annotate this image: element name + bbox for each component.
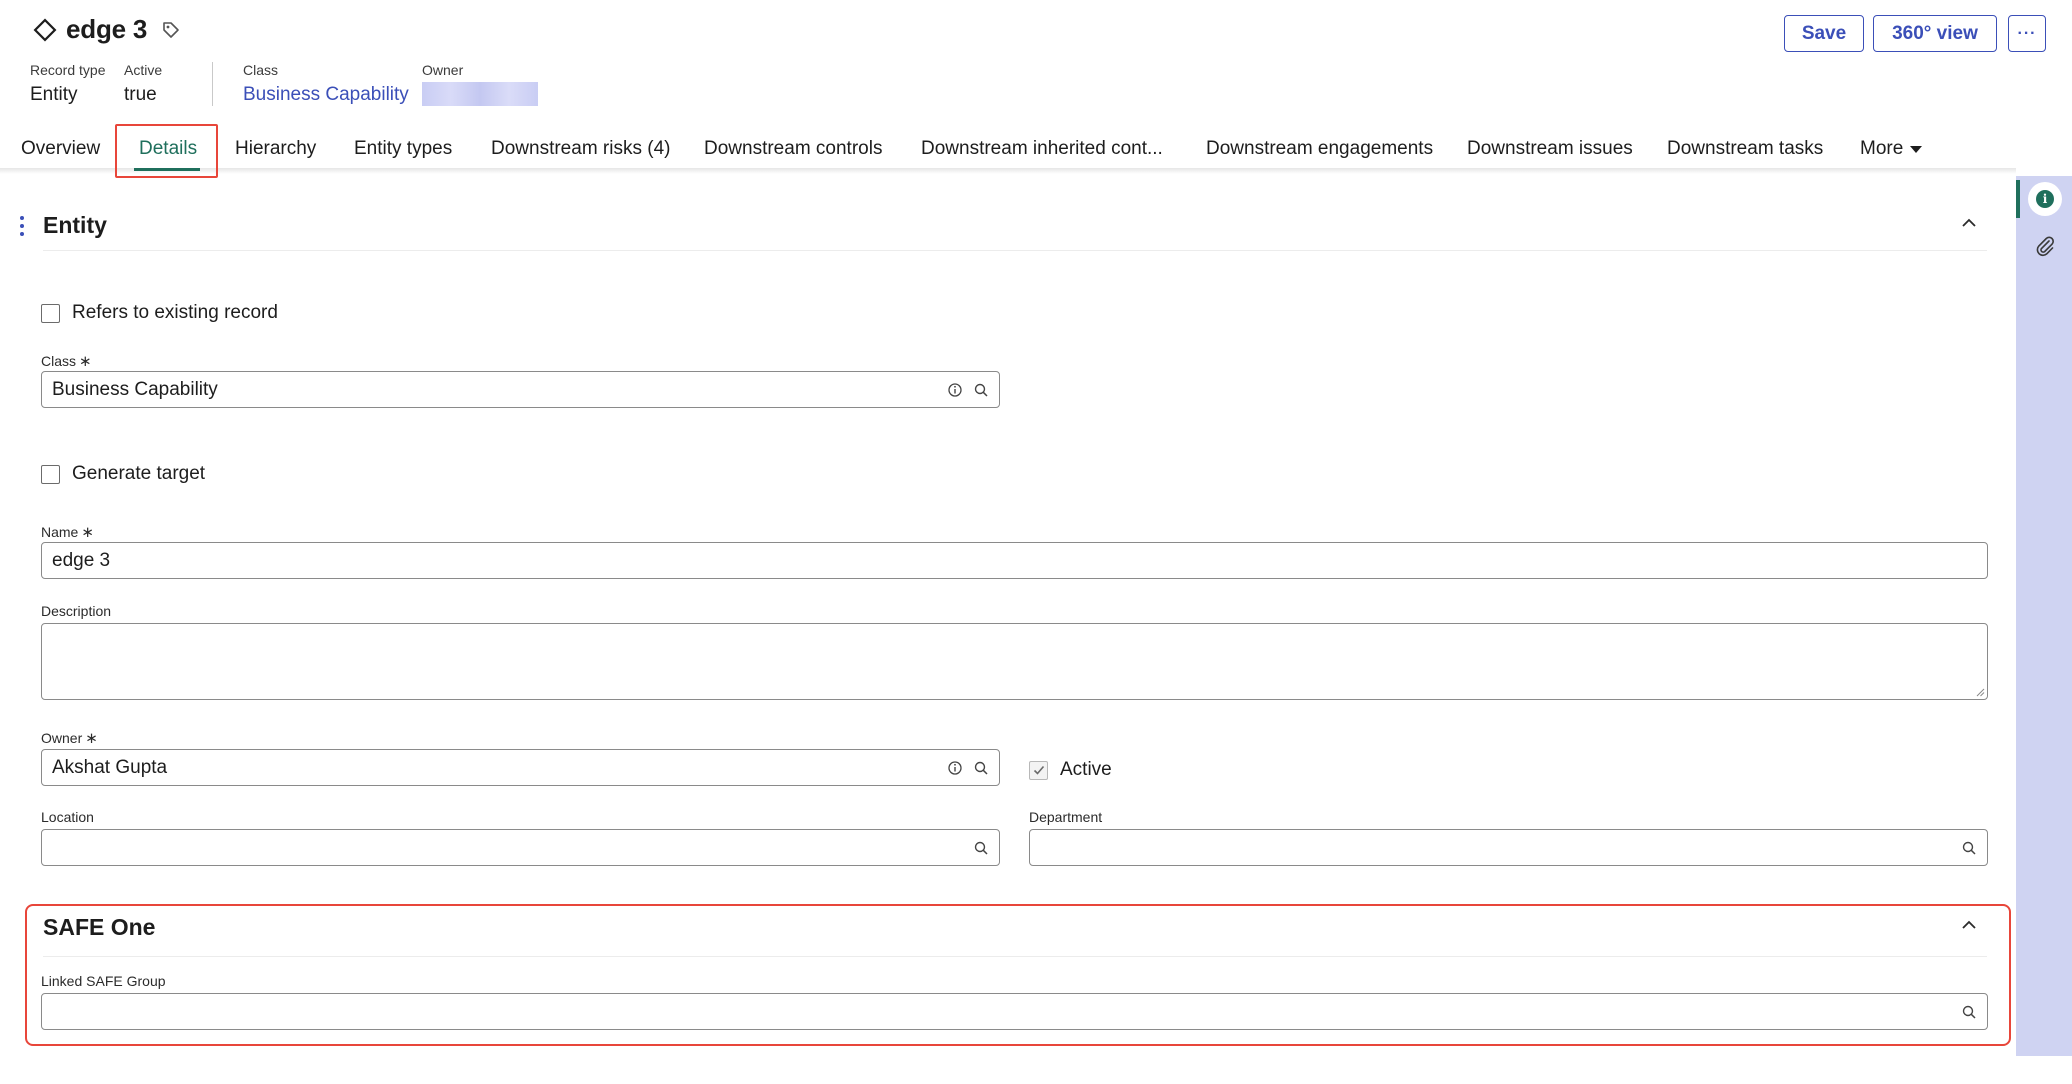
refers-existing-checkbox-row[interactable]: Refers to existing record — [41, 302, 278, 324]
owner-field-label: Owner ∗ — [41, 729, 98, 747]
safe-one-section-title: SAFE One — [43, 914, 156, 940]
info-panel-button[interactable]: i — [2028, 182, 2062, 216]
department-field[interactable] — [1029, 829, 1988, 866]
drag-handle-icon[interactable] — [18, 216, 26, 236]
search-icon[interactable] — [1961, 840, 1977, 856]
chevron-up-icon[interactable] — [1958, 914, 1980, 936]
tab-more-label: More — [1860, 138, 1904, 159]
linked-safe-group-label: Linked SAFE Group — [41, 973, 166, 989]
more-actions-button[interactable]: ··· — [2008, 15, 2046, 52]
paperclip-icon[interactable] — [2033, 234, 2057, 258]
view-360-button[interactable]: 360° view — [1873, 15, 1997, 52]
owner-field[interactable]: Akshat Gupta — [41, 749, 1000, 786]
refers-existing-checkbox[interactable] — [41, 303, 60, 323]
search-icon[interactable] — [973, 382, 989, 398]
chevron-up-icon[interactable] — [1958, 212, 1980, 234]
linked-safe-group-field[interactable] — [41, 993, 1988, 1030]
meta-active: Active true — [124, 62, 162, 106]
meta-value: true — [124, 84, 157, 105]
tag-icon[interactable] — [159, 18, 183, 42]
meta-owner: Owner — [422, 62, 538, 106]
tab-downstream-risks[interactable]: Downstream risks (4) — [491, 124, 670, 174]
class-label-text: Class — [41, 353, 77, 369]
record-header: edge 3 Record type Entity Active true Cl… — [0, 0, 2072, 108]
tab-overview[interactable]: Overview — [21, 124, 100, 174]
tab-downstream-issues[interactable]: Downstream issues — [1467, 124, 1633, 174]
tab-bar-shadow — [0, 168, 2016, 174]
info-circle-icon[interactable] — [947, 382, 963, 398]
required-mark: ∗ — [79, 353, 92, 370]
save-button[interactable]: Save — [1784, 15, 1864, 52]
search-icon[interactable] — [973, 760, 989, 776]
meta-label: Class — [243, 62, 279, 78]
details-tab-highlight — [115, 124, 218, 178]
rail-active-indicator — [2016, 180, 2020, 218]
name-field-value: edge 3 — [52, 549, 111, 571]
meta-class: Class Business Capability — [243, 62, 409, 106]
meta-value: Entity — [30, 84, 78, 105]
class-field[interactable]: Business Capability — [41, 371, 1000, 408]
generate-target-checkbox[interactable] — [41, 464, 60, 484]
name-field[interactable]: edge 3 — [41, 542, 1988, 579]
department-field-label: Department — [1029, 809, 1103, 825]
owner-field-value: Akshat Gupta — [52, 756, 168, 778]
tab-downstream-inherited-controls[interactable]: Downstream inherited cont... — [921, 124, 1163, 174]
search-icon[interactable] — [973, 840, 989, 856]
active-checkbox-row[interactable]: Active — [1029, 759, 1112, 781]
owner-label-text: Owner — [41, 730, 83, 746]
class-field-label: Class ∗ — [41, 352, 92, 370]
refers-existing-label: Refers to existing record — [72, 302, 278, 323]
search-icon[interactable] — [1961, 1004, 1977, 1020]
class-field-value: Business Capability — [52, 378, 218, 400]
meta-label: Record type — [30, 62, 106, 78]
meta-label: Owner — [422, 62, 464, 78]
meta-record-type: Record type Entity — [30, 62, 105, 106]
location-field[interactable] — [41, 829, 1000, 866]
active-label: Active — [1060, 759, 1112, 780]
diamond-icon — [30, 15, 60, 45]
tab-hierarchy[interactable]: Hierarchy — [235, 124, 316, 174]
required-mark: ∗ — [81, 524, 94, 541]
title-row: edge 3 — [30, 14, 183, 45]
required-mark: ∗ — [85, 730, 98, 747]
tab-more[interactable]: More — [1860, 124, 1923, 174]
owner-redacted — [422, 82, 538, 106]
entity-section-title: Entity — [43, 212, 107, 238]
tab-downstream-controls[interactable]: Downstream controls — [704, 124, 882, 174]
name-label-text: Name — [41, 524, 79, 540]
description-field[interactable] — [41, 623, 1988, 700]
caret-down-icon — [1910, 146, 1923, 153]
page-title: edge 3 — [66, 14, 148, 44]
meta-divider — [212, 62, 213, 106]
tab-entity-types[interactable]: Entity types — [354, 124, 452, 174]
tab-downstream-tasks[interactable]: Downstream tasks — [1667, 124, 1823, 174]
info-circle-icon[interactable] — [947, 760, 963, 776]
description-field-label: Description — [41, 603, 112, 619]
tab-downstream-engagements[interactable]: Downstream engagements — [1206, 124, 1433, 174]
tab-bar: Overview Details Hierarchy Entity types … — [0, 124, 2072, 174]
info-icon: i — [2036, 190, 2054, 208]
active-checkbox[interactable] — [1029, 760, 1048, 780]
generate-target-checkbox-row[interactable]: Generate target — [41, 463, 205, 485]
resize-grip-icon[interactable] — [1975, 687, 1985, 697]
name-field-label: Name ∗ — [41, 523, 94, 541]
section-divider — [43, 250, 1987, 251]
checkmark-icon — [1033, 765, 1044, 775]
right-rail: i — [2016, 176, 2072, 1056]
generate-target-label: Generate target — [72, 463, 206, 484]
meta-label: Active — [124, 62, 163, 78]
class-link[interactable]: Business Capability — [243, 84, 409, 106]
location-field-label: Location — [41, 809, 94, 825]
section-divider — [43, 956, 1987, 957]
